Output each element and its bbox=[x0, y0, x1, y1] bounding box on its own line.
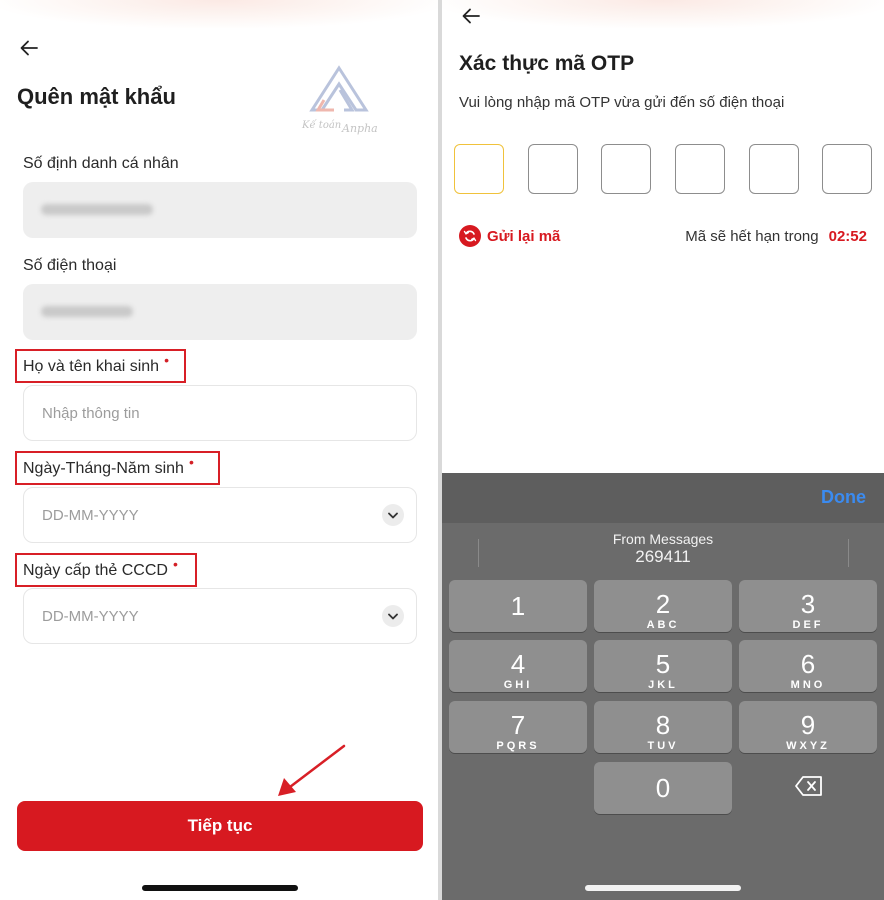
otp-digit-input-4[interactable] bbox=[675, 144, 725, 194]
key-letters: TUV bbox=[647, 740, 679, 752]
chevron-down-icon[interactable] bbox=[382, 504, 404, 526]
key-digit: 7 bbox=[510, 710, 526, 740]
key-5[interactable]: 5 JKL bbox=[594, 640, 732, 692]
key-digit: 4 bbox=[510, 649, 526, 679]
svg-text:Kế toán: Kế toán bbox=[301, 120, 341, 131]
blurred-phone-value bbox=[41, 306, 133, 317]
expiry-info: Mã sẽ hết hạn trong 02:52 bbox=[685, 228, 867, 245]
top-decoration bbox=[442, 0, 884, 28]
svg-text:Anpha: Anpha bbox=[341, 122, 378, 135]
otp-digit-input-5[interactable] bbox=[749, 144, 799, 194]
id-number-field bbox=[23, 182, 417, 238]
phone-label: Số điện thoại bbox=[23, 257, 117, 274]
backspace-icon[interactable] bbox=[794, 774, 824, 798]
issue-date-select[interactable]: DD-MM-YYYY bbox=[23, 588, 417, 644]
key-letters: JKL bbox=[648, 679, 678, 691]
key-9[interactable]: 9 WXYZ bbox=[739, 701, 877, 753]
full-name-label-text: Họ và tên khai sinh bbox=[23, 358, 160, 375]
key-letters: ABC bbox=[646, 619, 680, 631]
page-title: Quên mật khẩu bbox=[17, 84, 176, 109]
birth-date-select[interactable]: DD-MM-YYYY bbox=[23, 487, 417, 543]
otp-autofill-suggestion[interactable]: From Messages 269411 bbox=[442, 531, 884, 567]
back-button[interactable] bbox=[458, 3, 484, 29]
birth-date-label: Ngày-Tháng-Năm sinh • bbox=[23, 454, 194, 478]
done-button[interactable]: Done bbox=[821, 487, 866, 508]
otp-instruction: Vui lòng nhập mã OTP vừa gửi đến số điện… bbox=[459, 94, 785, 111]
required-mark: • bbox=[172, 556, 178, 572]
issue-date-label: Ngày cấp thẻ CCCD • bbox=[23, 556, 178, 580]
key-letters: PQRS bbox=[496, 740, 540, 752]
key-letters: GHI bbox=[503, 679, 533, 691]
otp-digit-input-2[interactable] bbox=[528, 144, 578, 194]
arrow-left-icon bbox=[462, 8, 480, 24]
home-indicator bbox=[142, 885, 298, 891]
key-2[interactable]: 2 ABC bbox=[594, 580, 732, 632]
otp-digit-input-1[interactable] bbox=[454, 144, 504, 194]
key-digit: 8 bbox=[655, 710, 671, 740]
key-1[interactable]: 1 bbox=[449, 580, 587, 632]
key-letters: WXYZ bbox=[786, 740, 830, 752]
full-name-input[interactable]: Nhập thông tin bbox=[23, 385, 417, 441]
otp-digit-input-6[interactable] bbox=[822, 144, 872, 194]
key-digit: 1 bbox=[510, 591, 526, 621]
key-digit: 6 bbox=[800, 649, 816, 679]
key-letters: DEF bbox=[792, 619, 824, 631]
keyboard-toolbar: Done bbox=[442, 473, 884, 523]
required-mark: • bbox=[188, 454, 194, 470]
countdown-timer: 02:52 bbox=[828, 228, 867, 245]
resend-label: Gửi lại mã bbox=[487, 227, 561, 245]
full-name-label: Họ và tên khai sinh • bbox=[23, 352, 169, 376]
otp-digit-input-3[interactable] bbox=[601, 144, 651, 194]
resend-code-button[interactable]: Gửi lại mã bbox=[459, 225, 560, 247]
required-mark: • bbox=[164, 352, 169, 368]
annotation-arrow-icon bbox=[278, 744, 346, 796]
forgot-password-screen: Quên mật khẩu Kế toán Anpha Số định danh… bbox=[0, 0, 438, 900]
expiry-label: Mã sẽ hết hạn trong bbox=[685, 228, 819, 245]
otp-verify-screen: Xác thực mã OTP Vui lòng nhập mã OTP vừa… bbox=[442, 0, 884, 900]
key-3[interactable]: 3 DEF bbox=[739, 580, 877, 632]
key-digit: 9 bbox=[800, 710, 816, 740]
chevron-down-icon[interactable] bbox=[382, 605, 404, 627]
key-digit: 5 bbox=[655, 649, 671, 679]
home-indicator bbox=[585, 885, 741, 891]
suggestion-code: 269411 bbox=[635, 547, 691, 566]
suggestion-source: From Messages bbox=[612, 531, 714, 547]
birth-date-placeholder: DD-MM-YYYY bbox=[42, 507, 139, 524]
key-6[interactable]: 6 MNO bbox=[739, 640, 877, 692]
top-decoration bbox=[0, 0, 438, 28]
key-letters: MNO bbox=[790, 679, 826, 691]
birth-date-label-text: Ngày-Tháng-Năm sinh bbox=[23, 460, 184, 477]
key-7[interactable]: 7 PQRS bbox=[449, 701, 587, 753]
page-title: Xác thực mã OTP bbox=[459, 52, 635, 75]
numeric-keyboard: Done From Messages 269411 1 2 ABC 3 DEF … bbox=[442, 473, 884, 900]
key-4[interactable]: 4 GHI bbox=[449, 640, 587, 692]
issue-date-label-text: Ngày cấp thẻ CCCD bbox=[23, 562, 168, 579]
anpha-logo: Kế toán Anpha bbox=[300, 64, 386, 136]
blurred-id-value bbox=[41, 204, 153, 215]
key-digit: 0 bbox=[655, 773, 671, 803]
key-0[interactable]: 0 bbox=[594, 762, 732, 814]
back-button[interactable] bbox=[16, 35, 42, 61]
key-digit: 2 bbox=[655, 589, 671, 619]
refresh-icon bbox=[459, 225, 481, 247]
phone-field bbox=[23, 284, 417, 340]
continue-button[interactable]: Tiếp tục bbox=[17, 801, 423, 851]
issue-date-placeholder: DD-MM-YYYY bbox=[42, 608, 139, 625]
key-digit: 3 bbox=[800, 589, 816, 619]
arrow-left-icon bbox=[20, 40, 38, 56]
id-number-label: Số định danh cá nhân bbox=[23, 155, 179, 172]
key-8[interactable]: 8 TUV bbox=[594, 701, 732, 753]
full-name-placeholder: Nhập thông tin bbox=[42, 405, 140, 422]
